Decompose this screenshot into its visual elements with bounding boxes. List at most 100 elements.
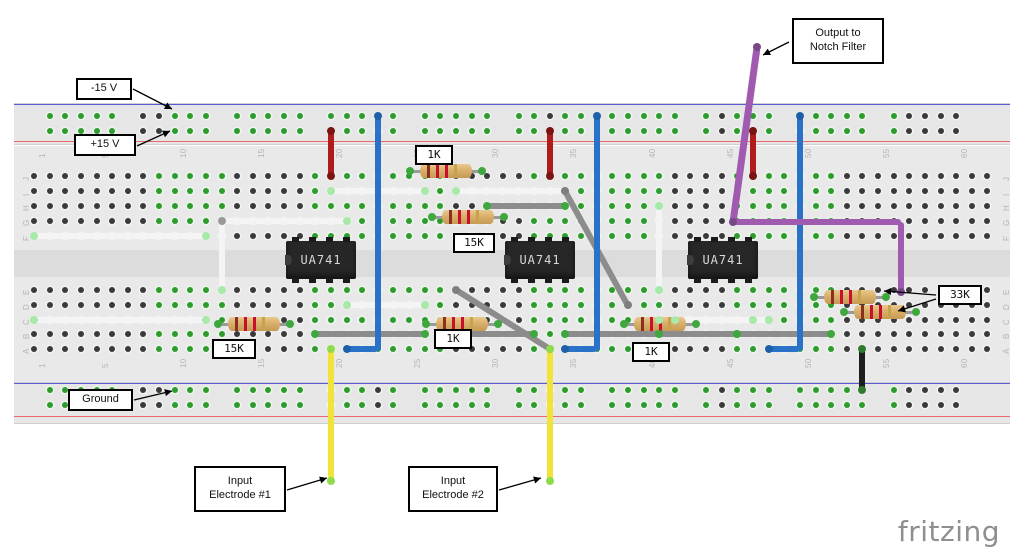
- gray-jumper-6[interactable]: [659, 331, 738, 337]
- purple-output-vertical[interactable]: [898, 222, 904, 292]
- hole-I56[interactable]: [890, 188, 897, 194]
- rail-hole-positive-bottom[interactable]: [249, 402, 256, 408]
- hole-F61[interactable]: [968, 233, 975, 239]
- hole-J21[interactable]: [343, 173, 350, 179]
- rail-hole-negative-bottom[interactable]: [468, 387, 475, 393]
- resistor-pin-right[interactable]: [286, 320, 294, 328]
- blue-wire-foot-1[interactable]: [346, 346, 378, 352]
- rail-hole-negative-bottom[interactable]: [812, 387, 819, 393]
- hole-A55[interactable]: [875, 346, 882, 352]
- rail-hole-negative-bottom[interactable]: [296, 387, 303, 393]
- hole-H56[interactable]: [890, 203, 897, 209]
- rail-hole-positive-top[interactable]: [296, 128, 303, 134]
- hole-A47[interactable]: [749, 346, 756, 352]
- hole-A9[interactable]: [156, 346, 163, 352]
- rail-hole-negative-top[interactable]: [46, 113, 53, 119]
- hole-H15[interactable]: [249, 203, 256, 209]
- yellow-electrode-wire-1[interactable]: [327, 345, 334, 481]
- rail-hole-positive-bottom[interactable]: [296, 402, 303, 408]
- hole-D5[interactable]: [93, 302, 100, 308]
- hole-A18[interactable]: [296, 346, 303, 352]
- hole-E20[interactable]: [327, 287, 334, 293]
- rail-hole-negative-bottom[interactable]: [796, 387, 803, 393]
- rail-hole-negative-bottom[interactable]: [671, 387, 678, 393]
- rail-hole-negative-bottom[interactable]: [749, 387, 756, 393]
- hole-C61[interactable]: [968, 317, 975, 323]
- hole-I7[interactable]: [124, 188, 131, 194]
- rail-hole-positive-top[interactable]: [453, 128, 459, 134]
- black-ground-wire[interactable]: [859, 349, 866, 390]
- hole-I10[interactable]: [171, 188, 178, 194]
- hole-I47[interactable]: [749, 188, 756, 194]
- rail-hole-positive-bottom[interactable]: [843, 402, 850, 408]
- hole-I58[interactable]: [921, 188, 928, 194]
- hole-B10[interactable]: [171, 331, 178, 337]
- rail-hole-positive-top[interactable]: [468, 128, 475, 134]
- hole-C36[interactable]: [578, 317, 585, 323]
- hole-H7[interactable]: [124, 203, 131, 209]
- hole-F58[interactable]: [921, 233, 928, 239]
- hole-B58[interactable]: [921, 331, 928, 337]
- hole-B15[interactable]: [249, 331, 256, 337]
- rail-hole-positive-bottom[interactable]: [640, 402, 647, 408]
- rail-hole-positive-top[interactable]: [718, 128, 725, 134]
- rail-hole-negative-top[interactable]: [296, 113, 303, 119]
- hole-H1[interactable]: [31, 203, 37, 209]
- rail-hole-negative-top[interactable]: [546, 113, 553, 119]
- rail-hole-positive-top[interactable]: [202, 128, 209, 134]
- hole-D45[interactable]: [718, 302, 725, 308]
- rail-hole-positive-top[interactable]: [249, 128, 256, 134]
- hole-F26[interactable]: [421, 233, 428, 239]
- hole-I59[interactable]: [937, 188, 944, 194]
- rail-hole-negative-bottom[interactable]: [515, 387, 522, 393]
- hole-J18[interactable]: [296, 173, 303, 179]
- red-jumper-top-end-3[interactable]: [748, 127, 757, 135]
- hole-C18[interactable]: [296, 317, 303, 323]
- hole-F45[interactable]: [718, 233, 725, 239]
- rail-hole-negative-top[interactable]: [93, 113, 100, 119]
- red-jumper-bottom-end-2[interactable]: [545, 172, 554, 180]
- rail-hole-positive-top[interactable]: [843, 128, 850, 134]
- hole-J9[interactable]: [156, 173, 163, 179]
- hole-I51[interactable]: [812, 188, 819, 194]
- rail-hole-negative-top[interactable]: [327, 113, 334, 119]
- hole-A42[interactable]: [671, 346, 678, 352]
- hole-D47[interactable]: [749, 302, 756, 308]
- hole-I45[interactable]: [718, 188, 725, 194]
- hole-B12[interactable]: [202, 331, 209, 337]
- hole-A10[interactable]: [171, 346, 178, 352]
- hole-G58[interactable]: [921, 218, 928, 224]
- hole-E4[interactable]: [77, 287, 84, 293]
- rail-hole-positive-bottom[interactable]: [343, 402, 350, 408]
- white-jumper-6-end-b[interactable]: [420, 301, 429, 309]
- hole-J59[interactable]: [937, 173, 944, 179]
- hole-H59[interactable]: [937, 203, 944, 209]
- resistor-pin-left[interactable]: [620, 320, 628, 328]
- hole-A1[interactable]: [31, 346, 37, 352]
- gray-diagonal-2-end-b[interactable]: [623, 301, 632, 309]
- rail-hole-negative-top[interactable]: [421, 113, 428, 119]
- rail-hole-negative-top[interactable]: [671, 113, 678, 119]
- hole-C21[interactable]: [343, 317, 350, 323]
- rail-hole-positive-top[interactable]: [578, 128, 585, 134]
- blue-wire-top-end-3[interactable]: [795, 112, 804, 120]
- hole-I1[interactable]: [31, 188, 37, 194]
- hole-F15[interactable]: [249, 233, 256, 239]
- hole-A51[interactable]: [812, 346, 819, 352]
- rail-hole-positive-top[interactable]: [921, 128, 928, 134]
- hole-B13[interactable]: [218, 331, 225, 337]
- red-jumper-top-end-2[interactable]: [545, 127, 554, 135]
- hole-F53[interactable]: [843, 233, 850, 239]
- rail-hole-positive-top[interactable]: [515, 128, 522, 134]
- hole-D42[interactable]: [671, 302, 678, 308]
- white-jumper-1-corner[interactable]: [217, 217, 226, 225]
- rail-hole-negative-top[interactable]: [343, 113, 350, 119]
- hole-E18[interactable]: [296, 287, 303, 293]
- rail-hole-positive-bottom[interactable]: [624, 402, 631, 408]
- hole-C32[interactable]: [515, 317, 522, 323]
- hole-E9[interactable]: [156, 287, 163, 293]
- hole-E15[interactable]: [249, 287, 256, 293]
- hole-C20[interactable]: [327, 317, 334, 323]
- rail-hole-negative-bottom[interactable]: [374, 387, 381, 393]
- hole-I39[interactable]: [624, 188, 631, 194]
